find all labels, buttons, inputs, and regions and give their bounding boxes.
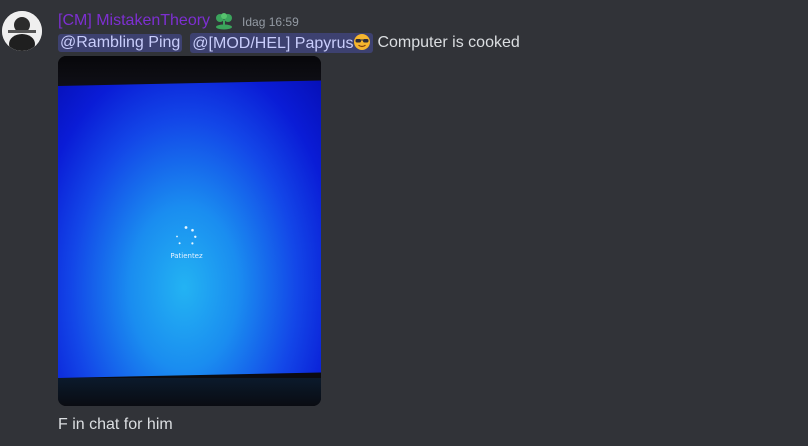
timestamp: Idag 16:59 bbox=[242, 15, 299, 29]
loading-spinner-icon bbox=[176, 226, 197, 245]
sunglasses-emoji-icon bbox=[353, 33, 371, 51]
photo-bottom-edge bbox=[58, 378, 321, 406]
followup-message-text: F in chat for him bbox=[58, 416, 173, 433]
username[interactable]: [CM] MistakenTheory bbox=[58, 12, 210, 30]
avatar[interactable] bbox=[2, 11, 42, 51]
mention-label: @[MOD/HEL] Papyrus bbox=[192, 35, 354, 52]
green-sprout-icon[interactable] bbox=[214, 12, 234, 30]
mention-papyrus[interactable]: @[MOD/HEL] Papyrus bbox=[190, 33, 374, 53]
boot-screen-label: Patientez bbox=[170, 252, 203, 260]
message-text: Computer is cooked bbox=[377, 34, 520, 51]
mention-rambling-ping[interactable]: @Rambling Ping bbox=[58, 34, 183, 52]
message-content: @Rambling Ping @[MOD/HEL] Papyrus Comput… bbox=[58, 33, 520, 53]
message-header: [CM] MistakenTheory Idag 16:59 bbox=[58, 11, 299, 31]
image-attachment[interactable]: Patientez bbox=[58, 56, 321, 406]
avatar-image bbox=[2, 11, 42, 51]
chat-message: [CM] MistakenTheory Idag 16:59 @Rambling… bbox=[0, 0, 808, 446]
